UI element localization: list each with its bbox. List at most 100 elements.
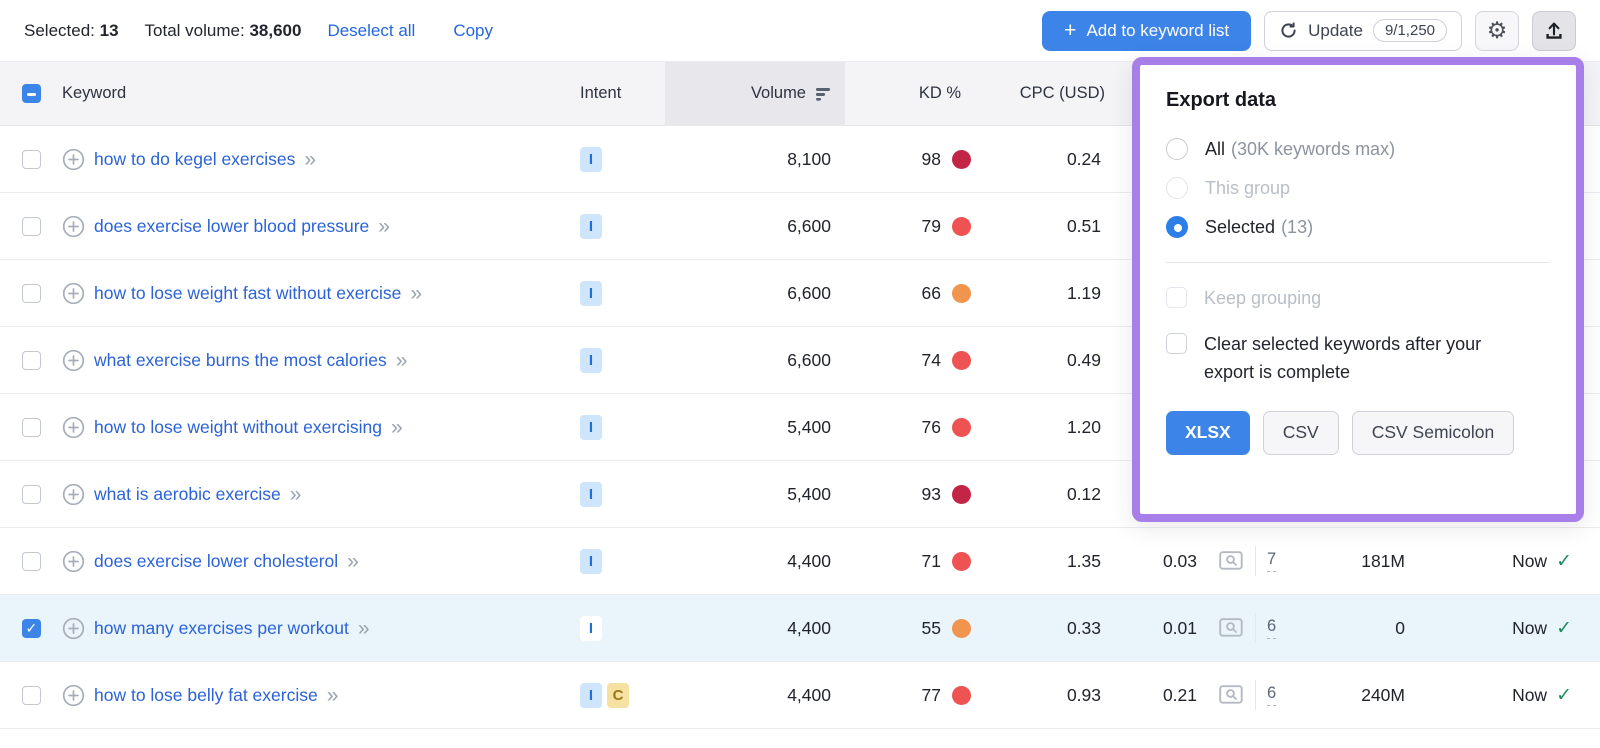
row-checkbox[interactable] bbox=[22, 418, 41, 437]
intent-badges: I bbox=[580, 147, 665, 172]
export-option-all[interactable]: All(30K keywords max) bbox=[1166, 138, 1550, 160]
volume-value: 4,400 bbox=[665, 685, 845, 706]
add-keyword-plus-icon[interactable] bbox=[62, 148, 85, 171]
volume-value: 5,400 bbox=[665, 417, 845, 438]
serp-features-count[interactable]: 7 bbox=[1267, 550, 1276, 572]
add-keyword-plus-icon[interactable] bbox=[62, 349, 85, 372]
open-keyword-chevrons-icon[interactable]: » bbox=[410, 283, 422, 304]
serp-features-count[interactable]: 6 bbox=[1267, 617, 1276, 639]
intent-badges: I bbox=[580, 281, 665, 306]
clear-selected-checkbox-row[interactable]: Clear selected keywords after your expor… bbox=[1166, 331, 1550, 387]
gear-icon: ⚙ bbox=[1487, 19, 1508, 42]
results-value: 240M bbox=[1300, 685, 1405, 706]
volume-value: 4,400 bbox=[665, 618, 845, 639]
row-checkbox[interactable] bbox=[22, 686, 41, 705]
cpc-value: 0.12 bbox=[975, 484, 1105, 505]
col-header-cpc[interactable]: CPC (USD) bbox=[975, 84, 1105, 103]
serp-divider bbox=[1255, 680, 1256, 710]
intent-badge-i: I bbox=[580, 415, 602, 440]
updated-check-icon: ✓ bbox=[1556, 617, 1572, 640]
volume-value: 6,600 bbox=[665, 283, 845, 304]
com-value: 0.03 bbox=[1105, 551, 1205, 572]
keyword-link[interactable]: what exercise burns the most calories bbox=[94, 350, 387, 371]
intent-badge-i: I bbox=[580, 683, 602, 708]
add-keyword-plus-icon[interactable] bbox=[62, 282, 85, 305]
add-to-keyword-list-button[interactable]: + Add to keyword list bbox=[1042, 11, 1251, 51]
open-keyword-chevrons-icon[interactable]: » bbox=[391, 417, 403, 438]
serp-preview-icon[interactable] bbox=[1219, 618, 1244, 639]
cpc-value: 1.35 bbox=[975, 551, 1105, 572]
keyword-link[interactable]: what is aerobic exercise bbox=[94, 484, 281, 505]
open-keyword-chevrons-icon[interactable]: » bbox=[327, 685, 339, 706]
row-checkbox[interactable] bbox=[22, 351, 41, 370]
deselect-all-link[interactable]: Deselect all bbox=[327, 21, 415, 41]
col-header-keyword[interactable]: Keyword bbox=[62, 84, 580, 103]
row-checkbox[interactable] bbox=[22, 619, 41, 638]
update-button[interactable]: Update 9/1,250 bbox=[1264, 11, 1462, 51]
cpc-value: 0.49 bbox=[975, 350, 1105, 371]
add-keyword-plus-icon[interactable] bbox=[62, 483, 85, 506]
kd-level-dot bbox=[952, 217, 971, 236]
keyword-link[interactable]: how to do kegel exercises bbox=[94, 149, 295, 170]
row-checkbox[interactable] bbox=[22, 552, 41, 571]
serp-preview-icon[interactable] bbox=[1219, 551, 1244, 572]
col-header-volume[interactable]: Volume bbox=[665, 62, 845, 126]
cpc-value: 0.24 bbox=[975, 149, 1105, 170]
settings-button[interactable]: ⚙ bbox=[1475, 11, 1519, 51]
selected-count-stat: Selected: 13 bbox=[24, 21, 119, 41]
radio-all[interactable] bbox=[1166, 138, 1188, 160]
keyword-link[interactable]: how many exercises per workout bbox=[94, 618, 349, 639]
add-keyword-plus-icon[interactable] bbox=[62, 550, 85, 573]
col-header-kd[interactable]: KD % bbox=[845, 84, 975, 103]
cpc-value: 0.51 bbox=[975, 216, 1105, 237]
open-keyword-chevrons-icon[interactable]: » bbox=[396, 350, 408, 371]
copy-link[interactable]: Copy bbox=[453, 21, 493, 41]
plus-icon: + bbox=[1064, 20, 1076, 41]
export-csv-semicolon-button[interactable]: CSV Semicolon bbox=[1352, 411, 1515, 455]
add-keyword-plus-icon[interactable] bbox=[62, 617, 85, 640]
com-value: 0.01 bbox=[1105, 618, 1205, 639]
open-keyword-chevrons-icon[interactable]: » bbox=[358, 618, 370, 639]
keyword-link[interactable]: how to lose belly fat exercise bbox=[94, 685, 318, 706]
keyword-link[interactable]: does exercise lower blood pressure bbox=[94, 216, 369, 237]
cpc-value: 1.19 bbox=[975, 283, 1105, 304]
kd-level-dot bbox=[952, 351, 971, 370]
serp-preview-icon[interactable] bbox=[1219, 685, 1244, 706]
add-keyword-plus-icon[interactable] bbox=[62, 684, 85, 707]
total-volume-value: 38,600 bbox=[249, 21, 301, 40]
row-checkbox[interactable] bbox=[22, 150, 41, 169]
export-csv-button[interactable]: CSV bbox=[1263, 411, 1339, 455]
cpc-value: 1.20 bbox=[975, 417, 1105, 438]
export-button[interactable] bbox=[1532, 11, 1576, 51]
table-row: how many exercises per workout » I 4,400… bbox=[0, 595, 1600, 662]
serp-features-count[interactable]: 6 bbox=[1267, 684, 1276, 706]
add-keyword-plus-icon[interactable] bbox=[62, 215, 85, 238]
row-checkbox[interactable] bbox=[22, 217, 41, 236]
keep-grouping-checkbox bbox=[1166, 287, 1187, 308]
keyword-link[interactable]: how to lose weight fast without exercise bbox=[94, 283, 401, 304]
total-volume-stat: Total volume: 38,600 bbox=[145, 21, 302, 41]
serp-divider bbox=[1255, 613, 1256, 643]
add-keyword-plus-icon[interactable] bbox=[62, 416, 85, 439]
open-keyword-chevrons-icon[interactable]: » bbox=[347, 551, 359, 572]
radio-selected[interactable] bbox=[1166, 216, 1188, 238]
col-header-intent[interactable]: Intent bbox=[580, 84, 665, 103]
export-option-selected[interactable]: Selected(13) bbox=[1166, 216, 1550, 238]
open-keyword-chevrons-icon[interactable]: » bbox=[304, 149, 316, 170]
updated-check-icon: ✓ bbox=[1556, 550, 1572, 573]
keyword-link[interactable]: how to lose weight without exercising bbox=[94, 417, 382, 438]
keyword-link[interactable]: does exercise lower cholesterol bbox=[94, 551, 338, 572]
cpc-value: 0.33 bbox=[975, 618, 1105, 639]
kd-level-dot bbox=[952, 552, 971, 571]
intent-badge-i: I bbox=[580, 147, 602, 172]
clear-selected-checkbox[interactable] bbox=[1166, 333, 1187, 354]
row-checkbox[interactable] bbox=[22, 485, 41, 504]
open-keyword-chevrons-icon[interactable]: » bbox=[290, 484, 302, 505]
open-keyword-chevrons-icon[interactable]: » bbox=[378, 216, 390, 237]
select-all-checkbox[interactable] bbox=[22, 84, 41, 103]
kd-level-dot bbox=[952, 485, 971, 504]
row-checkbox[interactable] bbox=[22, 284, 41, 303]
intent-badges: I bbox=[580, 482, 665, 507]
export-xlsx-button[interactable]: XLSX bbox=[1166, 411, 1250, 455]
kd-value: 76 bbox=[922, 417, 941, 438]
